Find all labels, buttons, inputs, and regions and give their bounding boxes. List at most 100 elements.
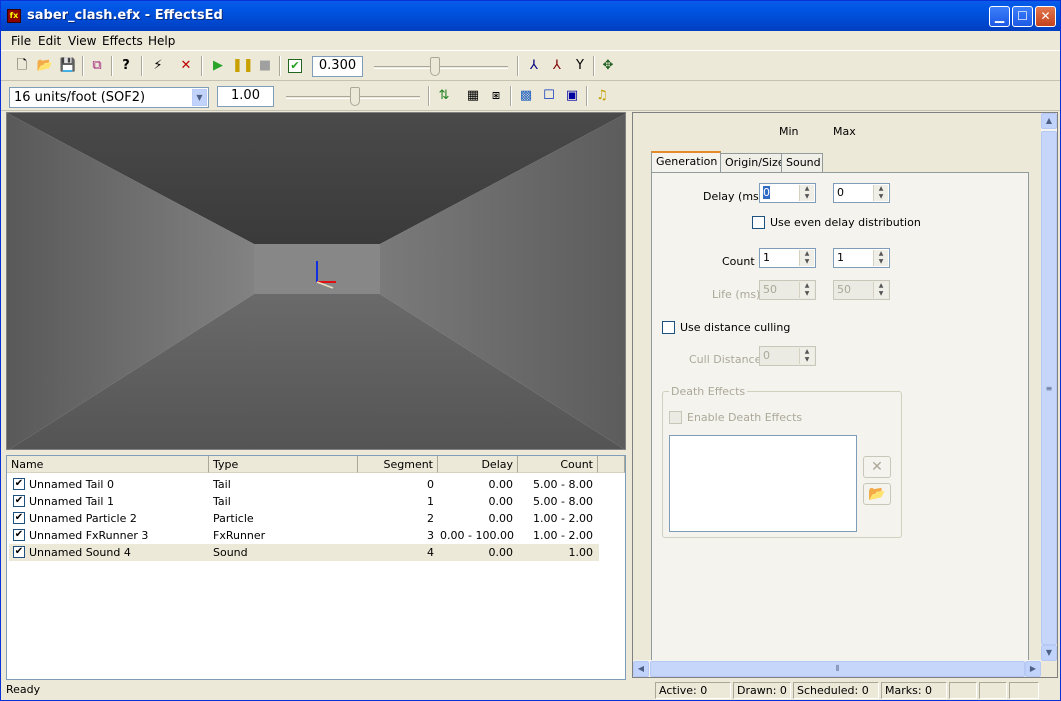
menu-help[interactable]: Help [148, 34, 175, 48]
horizontal-scrollbar[interactable]: ◀ ⦀ ▶ [633, 660, 1041, 677]
death-effects-list[interactable] [669, 435, 857, 532]
delete-x-icon[interactable]: ✕ [177, 57, 195, 75]
time-value-field[interactable]: 0.300 [312, 56, 363, 77]
cell-segment: 2 [427, 512, 434, 525]
tab-sound[interactable]: Sound [781, 153, 823, 173]
new-file-icon[interactable]: 🗋 [13, 57, 31, 75]
time-slider[interactable] [374, 57, 508, 77]
scrollbar-thumb[interactable]: ≡ [1041, 131, 1057, 645]
table-row[interactable]: ✔ Unnamed FxRunner 3 FxRunner 3 0.00 - 100.0… [9, 527, 599, 544]
cell-count: 1.00 - 2.00 [533, 529, 593, 542]
even-delay-checkbox[interactable] [752, 216, 765, 229]
scroll-down-icon[interactable]: ▼ [1041, 645, 1057, 661]
copy-icon[interactable]: ⧉ [88, 57, 106, 75]
column-header-type[interactable]: Type [209, 456, 358, 473]
menu-view[interactable]: View [68, 34, 96, 48]
cell-name: Unnamed FxRunner 3 [29, 529, 149, 542]
checkbox-toggle-icon[interactable]: ✔ [286, 57, 304, 75]
axis-gizmo-icon[interactable]: ✥ [599, 57, 617, 75]
pause-icon[interactable]: ❚❚ [232, 57, 254, 75]
scroll-right-icon[interactable]: ▶ [1025, 661, 1041, 677]
menu-edit[interactable]: Edit [38, 34, 61, 48]
count-min-input[interactable]: 1 ▲ ▼ [759, 248, 816, 268]
status-marks: Marks: 0 [881, 682, 947, 699]
row-enable-checkbox[interactable]: ✔ [13, 546, 25, 558]
vertical-scrollbar[interactable]: ▲ ≡ ▼ [1041, 113, 1057, 661]
minimize-button[interactable]: ▁ [989, 6, 1010, 27]
cell-count: 5.00 - 8.00 [533, 495, 593, 508]
menu-effects[interactable]: Effects [102, 34, 143, 48]
units-combo[interactable]: 16 units/foot (SOF2) ▼ [9, 87, 209, 108]
column-header-name[interactable]: Name [7, 456, 209, 473]
spin-arrows-icon[interactable]: ▲ ▼ [799, 250, 814, 266]
delay-min-value: 0 [763, 186, 770, 199]
row-enable-checkbox[interactable]: ✔ [13, 495, 25, 507]
distance-culling-checkbox[interactable] [662, 321, 675, 334]
stop-icon[interactable]: ■ [256, 57, 274, 75]
render-mode-icon[interactable]: ▩ [517, 87, 535, 105]
background-texture-icon[interactable]: ▦ [464, 87, 482, 105]
scale-value-field[interactable]: 1.00 [217, 86, 274, 107]
table-row[interactable]: ✔ Unnamed Sound 4 Sound 4 0.00 1.00 [9, 544, 599, 561]
bounding-box-icon[interactable]: ⧆ [487, 87, 505, 105]
axis-xz-icon[interactable]: ⅄ [548, 57, 566, 75]
close-button[interactable]: ✕ [1035, 6, 1056, 27]
column-header-count[interactable]: Count [518, 456, 598, 473]
spin-arrows-icon[interactable]: ▲ ▼ [873, 250, 888, 266]
tab-generation[interactable]: Generation [651, 151, 721, 173]
spin-arrows-icon[interactable]: ▲ ▼ [799, 185, 814, 201]
open-folder-icon[interactable]: 📂 [36, 57, 54, 75]
row-enable-checkbox[interactable]: ✔ [13, 512, 25, 524]
magic-wand-icon[interactable]: ⚡ [149, 57, 167, 75]
cell-segment: 1 [427, 495, 434, 508]
column-header-filler [598, 456, 625, 473]
hscrollbar-thumb[interactable]: ⦀ [650, 661, 1025, 677]
cell-segment: 0 [427, 478, 434, 491]
column-header-segment[interactable]: Segment [358, 456, 438, 473]
solid-model-icon[interactable]: ▣ [563, 87, 581, 105]
life-min-input: 50 ▲ ▼ [759, 280, 816, 300]
row-enable-checkbox[interactable]: ✔ [13, 529, 25, 541]
play-icon[interactable]: ▶ [209, 57, 227, 75]
column-header-delay[interactable]: Delay [438, 456, 518, 473]
menu-file[interactable]: File [11, 34, 31, 48]
spin-arrows-icon: ▲ ▼ [799, 348, 814, 364]
cell-count: 1.00 - 2.00 [533, 512, 593, 525]
maximize-button[interactable]: ☐ [1012, 6, 1033, 27]
table-row[interactable]: ✔ Unnamed Tail 1 Tail 1 0.00 5.00 - 8.00 [9, 493, 599, 510]
remove-death-effect-button: ✕ [863, 456, 891, 478]
axis-y-icon[interactable]: ⅄ [525, 57, 543, 75]
axes-display-icon[interactable]: ⇅ [435, 87, 453, 105]
open-folder-icon: 📂 [868, 486, 886, 502]
distance-culling-label: Use distance culling [680, 321, 791, 334]
wireframe-box-icon[interactable]: ☐ [540, 87, 558, 105]
chevron-down-icon[interactable]: ▼ [192, 89, 207, 106]
row-enable-checkbox[interactable]: ✔ [13, 478, 25, 490]
enable-death-checkbox [669, 411, 682, 424]
delay-max-input[interactable]: 0 ▲ ▼ [833, 183, 890, 203]
slider-thumb[interactable] [350, 87, 360, 106]
toolbar-separator [201, 56, 203, 76]
life-max-input: 50 ▲ ▼ [833, 280, 890, 300]
scale-slider[interactable] [286, 87, 420, 107]
units-combo-value: 16 units/foot (SOF2) [14, 90, 146, 105]
delay-min-input[interactable]: 0 ▲ ▼ [759, 183, 816, 203]
sound-wave-icon[interactable]: ♫ [593, 87, 611, 105]
minimize-icon: ▁ [994, 9, 1005, 23]
table-row[interactable]: ✔ Unnamed Particle 2 Particle 2 0.00 1.00 - 2… [9, 510, 599, 527]
table-row[interactable]: ✔ Unnamed Tail 0 Tail 0 0.00 5.00 - 8.00 [9, 476, 599, 493]
axis-flip-icon[interactable]: Y [571, 57, 589, 75]
fx-app-icon[interactable]: fx [7, 9, 21, 23]
effects-list: Name Type Segment Delay Count ✔ Unnamed T… [6, 455, 626, 680]
scroll-up-icon[interactable]: ▲ [1041, 113, 1057, 129]
save-icon[interactable]: 💾 [59, 57, 77, 75]
cell-name: Unnamed Particle 2 [29, 512, 137, 525]
help-question-icon[interactable]: ? [117, 57, 135, 75]
spin-arrows-icon[interactable]: ▲ ▼ [873, 185, 888, 201]
3d-viewport[interactable] [6, 112, 626, 450]
scroll-left-icon[interactable]: ◀ [633, 661, 649, 677]
resize-grip-icon[interactable] [1009, 682, 1039, 699]
slider-thumb[interactable] [430, 57, 440, 76]
tab-origin-size[interactable]: Origin/Size [720, 153, 785, 173]
count-max-input[interactable]: 1 ▲ ▼ [833, 248, 890, 268]
